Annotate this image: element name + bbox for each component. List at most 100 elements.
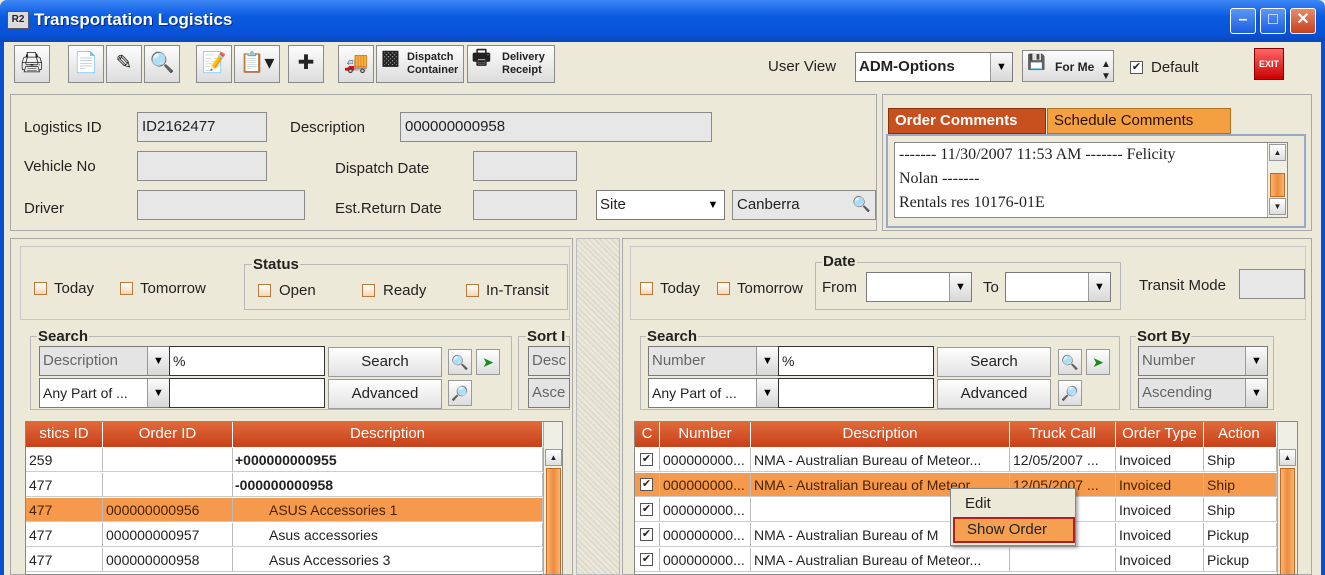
- table-row[interactable]: 477 -000000000958: [26, 473, 543, 497]
- exit-button[interactable]: EXIT: [1254, 48, 1284, 80]
- column-header[interactable]: Description: [751, 422, 1010, 447]
- right-sort-order-select[interactable]: Ascending ▼: [1138, 378, 1268, 408]
- driver-field[interactable]: [137, 190, 305, 220]
- right-search-field-select[interactable]: Number ▼: [648, 346, 779, 376]
- chevron-down-icon[interactable]: ▼: [756, 347, 778, 375]
- scroll-thumb[interactable]: [546, 468, 561, 574]
- logistics-id-field[interactable]: ID2162477: [137, 112, 267, 142]
- right-sort-field-select[interactable]: Number ▼: [1138, 346, 1268, 376]
- left-search-input-2[interactable]: [169, 378, 325, 408]
- chevron-down-icon[interactable]: ▼: [1088, 273, 1110, 301]
- new-document-icon[interactable]: 📄: [68, 45, 104, 83]
- context-menu-item-edit[interactable]: Edit: [965, 495, 991, 512]
- search-icon[interactable]: 🔍: [852, 191, 871, 219]
- right-table-scrollbar[interactable]: ▲: [1277, 422, 1297, 574]
- left-search-mode-select[interactable]: Any Part of ... ▼: [39, 378, 170, 408]
- right-search-input-2[interactable]: [778, 378, 934, 408]
- right-advanced-button[interactable]: Advanced: [937, 379, 1051, 409]
- row-checkbox[interactable]: ✔: [640, 528, 653, 541]
- search-icon[interactable]: 🔍: [448, 349, 472, 375]
- transit-mode-field[interactable]: [1239, 269, 1305, 299]
- pane-splitter[interactable]: [576, 238, 620, 575]
- column-header[interactable]: Number: [660, 422, 751, 447]
- vehicle-no-field[interactable]: [137, 151, 267, 181]
- binoculars-icon[interactable]: 🔍: [144, 45, 180, 83]
- table-row[interactable]: ✔ 000000000... NMA - Australian Bureau of …: [635, 448, 1277, 472]
- default-checkbox[interactable]: ✔: [1130, 61, 1143, 74]
- advanced-search-icon[interactable]: 🔎: [448, 380, 472, 406]
- chevron-down-icon[interactable]: ▼: [1245, 379, 1267, 407]
- search-icon[interactable]: 🔍: [1058, 349, 1082, 375]
- comments-scrollbar[interactable]: ▲ ▼: [1267, 143, 1287, 217]
- column-header[interactable]: Order ID: [103, 422, 233, 447]
- chevron-down-icon[interactable]: ▼: [1245, 347, 1267, 375]
- scroll-up-icon[interactable]: ▲: [1269, 144, 1286, 161]
- print-icon[interactable]: 🖨: [14, 45, 50, 83]
- delivery-receipt-button[interactable]: 🖶 Delivery Receipt: [467, 45, 555, 83]
- status-open-checkbox[interactable]: [258, 284, 271, 297]
- row-checkbox[interactable]: ✔: [640, 478, 653, 491]
- scroll-down-icon[interactable]: ▼: [1269, 198, 1286, 215]
- right-search-input[interactable]: %: [778, 346, 934, 376]
- close-button[interactable]: ✕: [1290, 8, 1316, 34]
- site-field[interactable]: Canberra 🔍: [732, 190, 876, 220]
- to-date-picker[interactable]: ▼: [1005, 272, 1111, 302]
- left-advanced-button[interactable]: Advanced: [328, 379, 442, 409]
- column-header[interactable]: Order Type: [1116, 422, 1204, 447]
- advanced-search-icon[interactable]: 🔎: [1058, 380, 1082, 406]
- table-row[interactable]: 477 000000000957 Asus accessories: [26, 523, 543, 547]
- dispatch-date-field[interactable]: [473, 151, 577, 181]
- left-search-button[interactable]: Search: [328, 347, 442, 377]
- comments-text[interactable]: ------- 11/30/2007 11:53 AM ------- Feli…: [894, 142, 1288, 218]
- user-view-select[interactable]: ADM-Options ▼: [855, 52, 1013, 82]
- column-header[interactable]: Description: [233, 422, 543, 447]
- table-row[interactable]: ✔ 000000000... NMA - Australian Bureau of …: [635, 548, 1277, 572]
- maximize-button[interactable]: □: [1260, 8, 1286, 34]
- status-transit-checkbox[interactable]: [466, 284, 479, 297]
- left-search-field-select[interactable]: Description ▼: [39, 346, 170, 376]
- go-arrow-icon[interactable]: ➤: [1086, 349, 1110, 375]
- context-menu-item-show-order[interactable]: Show Order: [953, 517, 1075, 543]
- table-row[interactable]: 477 000000000958 Asus Accessories 3: [26, 548, 543, 572]
- scroll-up-icon[interactable]: ▲: [1279, 449, 1296, 466]
- chevron-down-icon[interactable]: ▼: [756, 379, 778, 407]
- site-select[interactable]: Site ▼: [596, 190, 725, 220]
- title-bar[interactable]: Transportation Logistics R2 Transportati…: [0, 0, 1325, 42]
- left-sort-order-select[interactable]: Asce: [528, 378, 570, 408]
- column-header[interactable]: C: [635, 422, 660, 447]
- table-row[interactable]: 477 000000000956 ASUS Accessories 1: [26, 498, 543, 522]
- chevron-down-icon[interactable]: ▼: [147, 347, 169, 375]
- go-arrow-icon[interactable]: ➤: [476, 349, 500, 375]
- row-checkbox[interactable]: ✔: [640, 553, 653, 566]
- column-header[interactable]: stics ID: [26, 422, 103, 447]
- row-checkbox[interactable]: ✔: [640, 503, 653, 516]
- from-date-picker[interactable]: ▼: [866, 272, 972, 302]
- chevron-down-icon[interactable]: ▼: [147, 379, 169, 407]
- truck-icon[interactable]: 🚚: [338, 45, 374, 83]
- right-search-button[interactable]: Search: [937, 347, 1051, 377]
- return-date-field[interactable]: [473, 190, 577, 220]
- tab-schedule-comments[interactable]: Schedule Comments: [1047, 108, 1231, 134]
- left-search-input[interactable]: %: [169, 346, 325, 376]
- column-header[interactable]: Action: [1204, 422, 1277, 447]
- scroll-thumb[interactable]: [1280, 468, 1295, 574]
- tab-order-comments[interactable]: Order Comments: [888, 108, 1046, 134]
- left-sort-field-select[interactable]: Desc: [528, 346, 570, 376]
- right-search-mode-select[interactable]: Any Part of ... ▼: [648, 378, 779, 408]
- table-row[interactable]: 259 +000000000955: [26, 448, 543, 472]
- scroll-thumb[interactable]: [1270, 173, 1285, 197]
- row-checkbox[interactable]: ✔: [640, 453, 653, 466]
- status-ready-checkbox[interactable]: [362, 284, 375, 297]
- report-dropdown-icon[interactable]: 📋▾: [234, 45, 280, 83]
- chevron-down-icon[interactable]: ▼: [702, 191, 724, 219]
- add-route-icon[interactable]: ✚: [288, 45, 324, 83]
- dispatch-container-button[interactable]: ▩ Dispatch Container: [376, 45, 464, 83]
- column-header[interactable]: Truck Call: [1010, 422, 1116, 447]
- tomorrow-checkbox[interactable]: [120, 282, 133, 295]
- today-checkbox[interactable]: [34, 282, 47, 295]
- scroll-up-icon[interactable]: ▲: [545, 449, 562, 466]
- chevron-down-icon[interactable]: ▼: [990, 53, 1012, 81]
- edit-pencil-icon[interactable]: ✎: [106, 45, 142, 83]
- minimize-button[interactable]: –: [1230, 8, 1256, 34]
- left-table-scrollbar[interactable]: ▲: [543, 422, 562, 574]
